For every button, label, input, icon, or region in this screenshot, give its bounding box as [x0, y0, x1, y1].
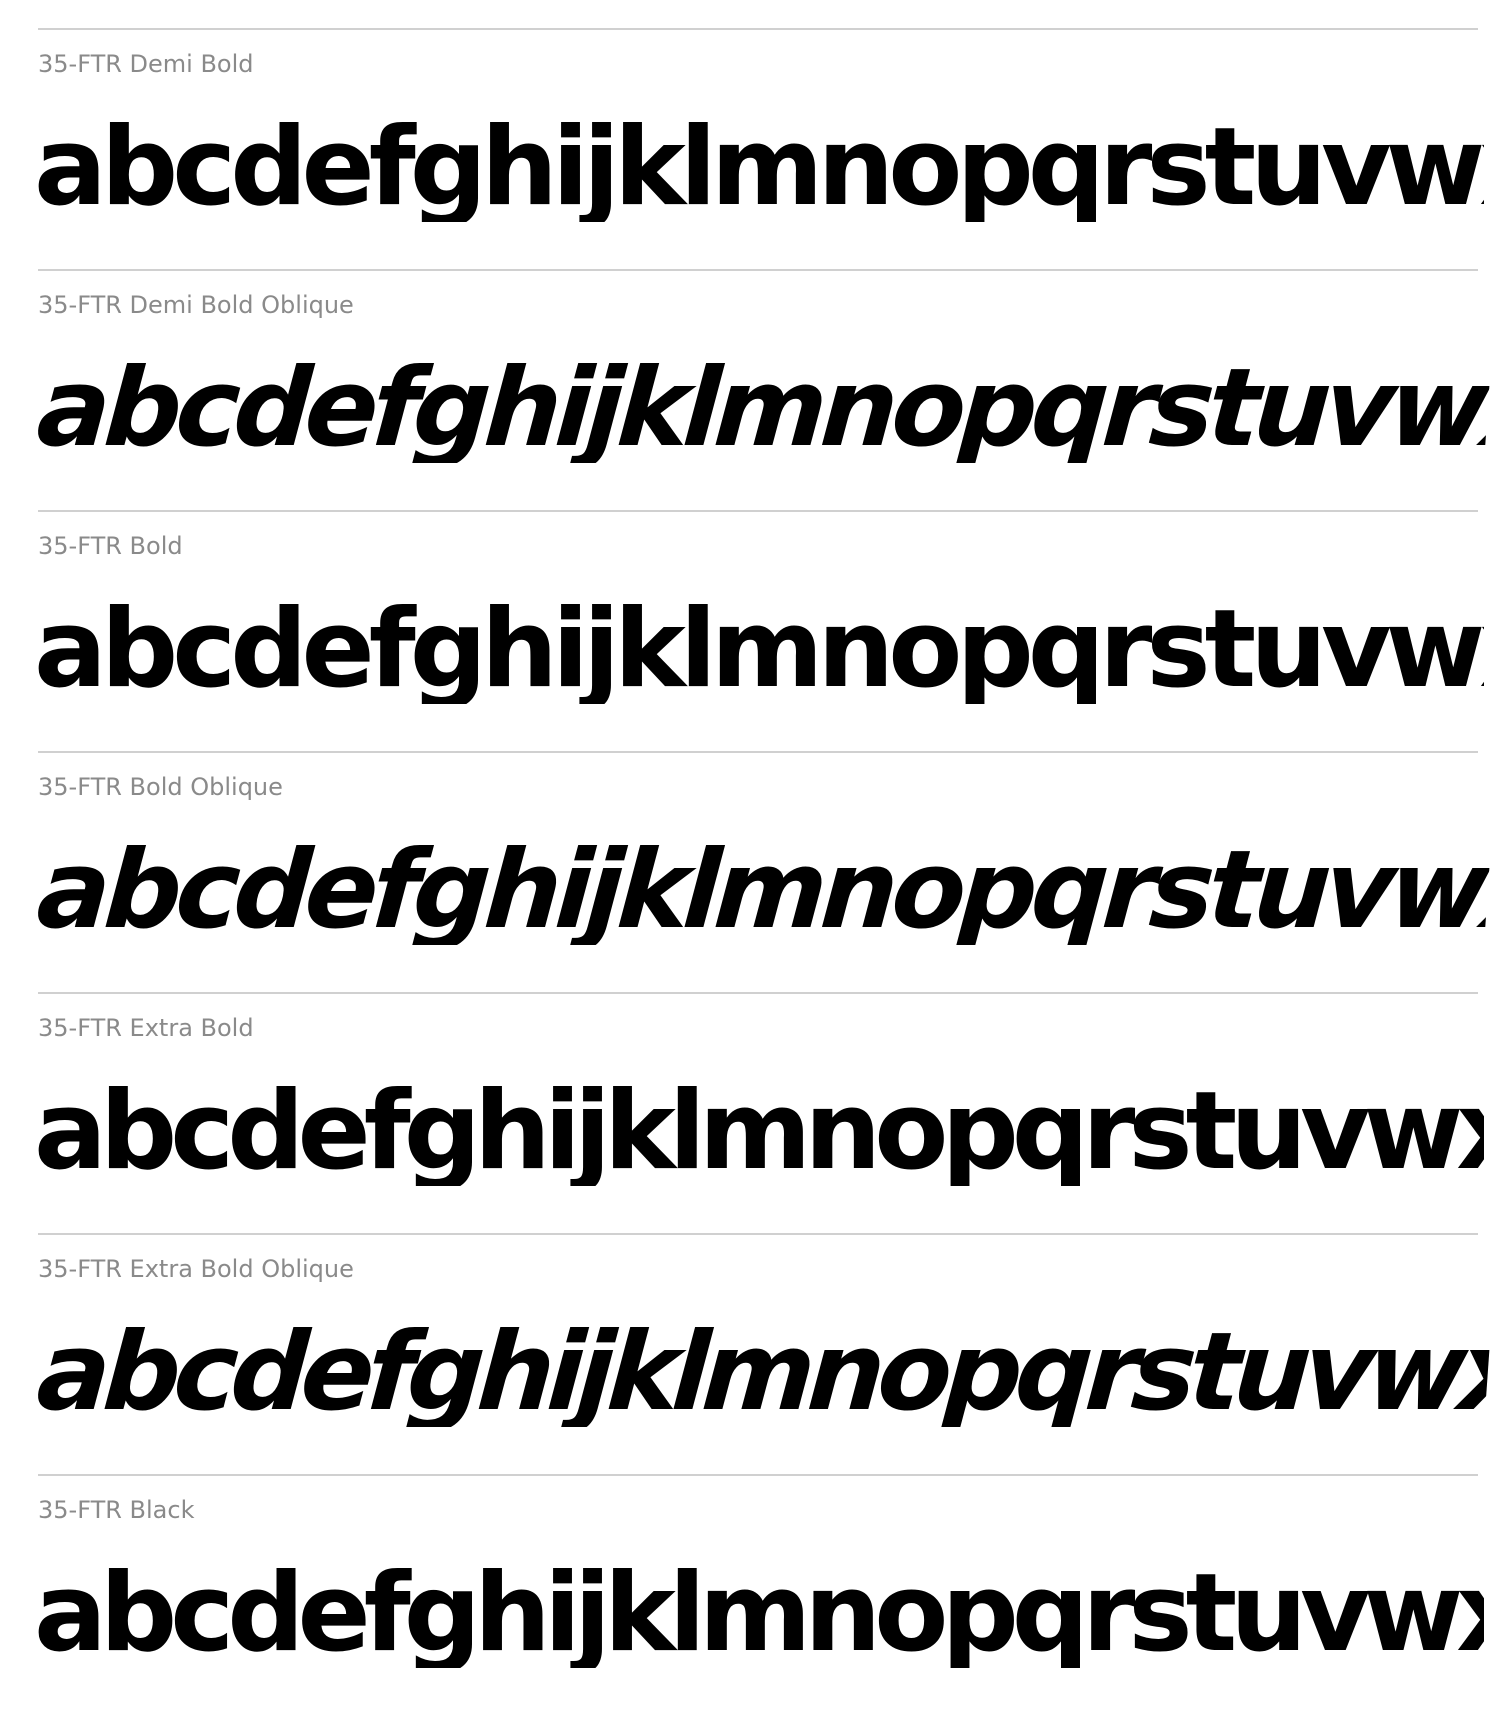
specimen-bold: 35-FTR Bold abcdefghijklmnopqrstuvwxyz — [34, 510, 1484, 751]
specimen-demi-bold: 35-FTR Demi Bold abcdefghijklmnopqrstuvw… — [34, 28, 1484, 269]
specimen-sample-text: abcdefghijklmnopqrstuvwxyz — [34, 596, 1484, 704]
font-specimen-list: 35-FTR Demi Bold abcdefghijklmnopqrstuvw… — [34, 28, 1492, 1715]
specimen-label: 35-FTR Bold — [38, 532, 183, 560]
specimen-sample-text: abcdefghijklmnopqrstuvwxyz — [34, 114, 1484, 222]
specimen-extra-bold-oblique: 35-FTR Extra Bold Oblique abcdefghijklmn… — [34, 1233, 1492, 1474]
specimen-label: 35-FTR Bold Oblique — [38, 773, 283, 801]
specimen-label: 35-FTR Black — [38, 1496, 195, 1524]
specimen-sample-text: abcdefghijklmnopqrstuvwxyz — [34, 1078, 1484, 1186]
specimen-extra-bold: 35-FTR Extra Bold abcdefghijklmnopqrstuv… — [34, 992, 1484, 1233]
specimen-sample-text: abcdefghijklmnopqrstuvwxyz — [34, 837, 1492, 945]
specimen-label: 35-FTR Extra Bold — [38, 1014, 254, 1042]
specimen-sample-text: abcdefghijklmnopqrstuvwxyz — [34, 1560, 1484, 1668]
specimen-demi-bold-oblique: 35-FTR Demi Bold Oblique abcdefghijklmno… — [34, 269, 1492, 510]
specimen-label: 35-FTR Extra Bold Oblique — [38, 1255, 354, 1283]
specimen-black: 35-FTR Black abcdefghijklmnopqrstuvwxyz — [34, 1474, 1484, 1715]
specimen-label: 35-FTR Demi Bold — [38, 50, 254, 78]
specimen-sample-text: abcdefghijklmnopqrstuvwxyz — [34, 355, 1492, 463]
specimen-label: 35-FTR Demi Bold Oblique — [38, 291, 354, 319]
specimen-bold-oblique: 35-FTR Bold Oblique abcdefghijklmnopqrst… — [34, 751, 1492, 992]
specimen-sample-text: abcdefghijklmnopqrstuvwxyz — [34, 1319, 1492, 1427]
